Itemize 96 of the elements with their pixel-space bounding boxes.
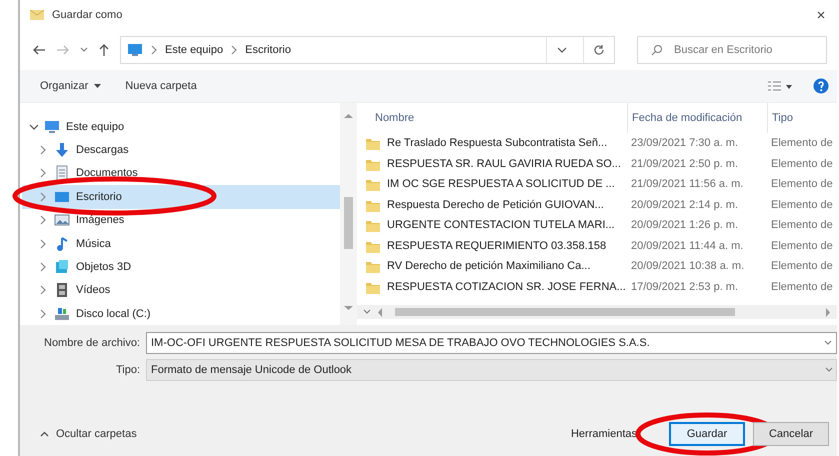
- new-folder-button[interactable]: Nueva carpeta: [123, 77, 199, 95]
- chevron-right-icon: [149, 44, 159, 56]
- breadcrumb-item[interactable]: Escritorio: [245, 44, 291, 56]
- chevron-up-icon: [40, 431, 49, 437]
- nav-item[interactable]: Música: [22, 232, 340, 256]
- scrollbar-thumb[interactable]: [344, 197, 353, 249]
- column-header[interactable]: Fecha de modificación: [627, 103, 767, 133]
- close-button[interactable]: ×: [813, 6, 829, 24]
- file-name-label: Nombre de archivo:: [43, 337, 141, 349]
- caret-icon: [94, 84, 102, 88]
- forward-arrow-icon[interactable]: [56, 44, 70, 56]
- file-type: Elemento de: [770, 137, 834, 150]
- file-date: 21/09/2021 2:50 p. m.: [630, 158, 740, 170]
- nav-item[interactable]: Objetos 3D: [22, 255, 340, 279]
- file-type-label: Tipo:: [114, 364, 141, 376]
- nav-item[interactable]: Este equipo: [22, 115, 340, 138]
- view-options-icon[interactable]: [767, 80, 793, 92]
- file-type: Elemento de: [770, 260, 834, 272]
- file-type: Elemento de: [770, 219, 834, 232]
- chevron-right-icon[interactable]: [38, 214, 48, 226]
- organize-button[interactable]: Organizar: [38, 77, 104, 95]
- picture-icon: [54, 212, 70, 228]
- up-arrow-icon[interactable]: [98, 43, 110, 57]
- folder-icon: [365, 177, 381, 192]
- chevron-right-icon[interactable]: [38, 261, 48, 274]
- file-date: 21/09/2021 11:56 a. m.: [630, 178, 744, 190]
- folder-icon: [365, 259, 381, 274]
- monitor-icon: [44, 118, 60, 135]
- cube-icon: [54, 259, 70, 276]
- drive-icon: [54, 306, 70, 322]
- music-note-icon: [54, 236, 70, 252]
- chevron-right-icon[interactable]: [38, 238, 48, 250]
- chevron-right-icon[interactable]: [38, 167, 48, 180]
- breadcrumb-item[interactable]: Este equipo: [165, 44, 224, 56]
- search-field[interactable]: Buscar en Escritorio: [637, 36, 827, 64]
- file-name[interactable]: Respuesta Derecho de Petición GUIOVAN...: [387, 198, 604, 211]
- chevron-down-icon: [824, 340, 832, 346]
- monitor-icon: [127, 43, 143, 57]
- file-name[interactable]: RESPUESTA SR. RAUL GAVIRIA RUEDA SO...: [387, 158, 621, 170]
- nav-item[interactable]: Vídeos: [22, 278, 340, 302]
- nav-item[interactable]: Imágenes: [22, 208, 340, 232]
- file-name-field[interactable]: IM-OC-OFI URGENTE RESPUESTA SOLICITUD MESA DE TRABAJO OVO TECHNOLOGIES S.A.S.: [146, 332, 837, 354]
- column-header[interactable]: Nombre: [365, 112, 627, 124]
- scroll-left-icon: [377, 308, 383, 316]
- file-date: 23/09/2021 7:30 a. m.: [630, 137, 740, 150]
- folder-icon: [365, 218, 381, 232]
- envelope-icon: [30, 9, 44, 21]
- chevron-right-icon[interactable]: [38, 308, 48, 320]
- scrollbar[interactable]: [340, 103, 357, 325]
- chevron-down-icon: [825, 367, 833, 373]
- file-date: 17/09/2021 2:53 p. m.: [630, 280, 740, 293]
- window-title: Guardar como: [52, 9, 124, 21]
- file-date: 20/09/2021 10:38 a. m.: [630, 260, 746, 272]
- chevron-right-icon[interactable]: [38, 144, 48, 156]
- file-name[interactable]: RV Derecho de petición Maximiliano Ca...: [387, 260, 590, 272]
- scroll-down-icon: [344, 305, 353, 311]
- nav-item[interactable]: Descargas: [22, 138, 340, 162]
- file-name[interactable]: RESPUESTA COTIZACION SR. JOSE FERNA...: [387, 280, 626, 293]
- address-bar[interactable]: Este equipo Escritorio: [120, 36, 615, 64]
- file-name[interactable]: URGENTE CONTESTACION TUTELA MARI...: [387, 219, 615, 232]
- file-type: Elemento de: [770, 158, 834, 170]
- hide-folders-button[interactable]: Ocultar carpetas: [34, 427, 143, 441]
- refresh-icon[interactable]: [593, 44, 605, 56]
- nav-item[interactable]: Disco local (C:): [22, 302, 340, 326]
- column-header[interactable]: Tipo: [767, 103, 837, 133]
- file-type: Elemento de: [770, 178, 834, 190]
- file-type: Elemento de: [770, 280, 834, 293]
- scroll-right-icon: [825, 308, 831, 316]
- chevron-right-icon[interactable]: [38, 190, 48, 203]
- dropdown-caret-icon[interactable]: [80, 47, 88, 53]
- download-arrow-icon: [54, 142, 70, 158]
- file-date: 20/09/2021 1:26 p. m.: [630, 219, 740, 232]
- scrollbar[interactable]: [357, 305, 837, 319]
- file-date: 20/09/2021 2:14 p. m.: [630, 198, 740, 211]
- nav-item[interactable]: Documentos: [22, 162, 340, 186]
- scroll-up-icon: [344, 113, 353, 119]
- folder-icon: [365, 136, 381, 150]
- file-type: Elemento de: [770, 198, 834, 211]
- dialog-button[interactable]: Cancelar: [753, 422, 829, 446]
- file-name[interactable]: RESPUESTA REQUERIMIENTO 03.358.158: [387, 240, 606, 252]
- chevron-right-icon: [229, 44, 240, 56]
- film-icon: [54, 282, 70, 298]
- document-icon: [54, 165, 70, 182]
- chevron-down-icon: [363, 309, 371, 315]
- nav-item[interactable]: Escritorio: [22, 185, 340, 209]
- file-type: Elemento de: [770, 240, 834, 252]
- back-arrow-icon[interactable]: [32, 44, 46, 56]
- dialog-button[interactable]: Herramientas: [560, 422, 647, 446]
- dialog-button[interactable]: Guardar: [669, 422, 745, 446]
- file-name[interactable]: IM OC SGE RESPUESTA A SOLICITUD DE ...: [387, 178, 615, 190]
- file-type-dropdown[interactable]: Formato de mensaje Unicode de Outlook: [146, 359, 837, 381]
- scrollbar-thumb[interactable]: [395, 308, 735, 316]
- file-date: 20/09/2021 11:44 a. m.: [630, 240, 744, 252]
- help-icon[interactable]: [813, 78, 829, 94]
- file-name[interactable]: Re Traslado Respuesta Subcontratista Señ...: [387, 137, 608, 150]
- chevron-right-icon[interactable]: [38, 284, 48, 296]
